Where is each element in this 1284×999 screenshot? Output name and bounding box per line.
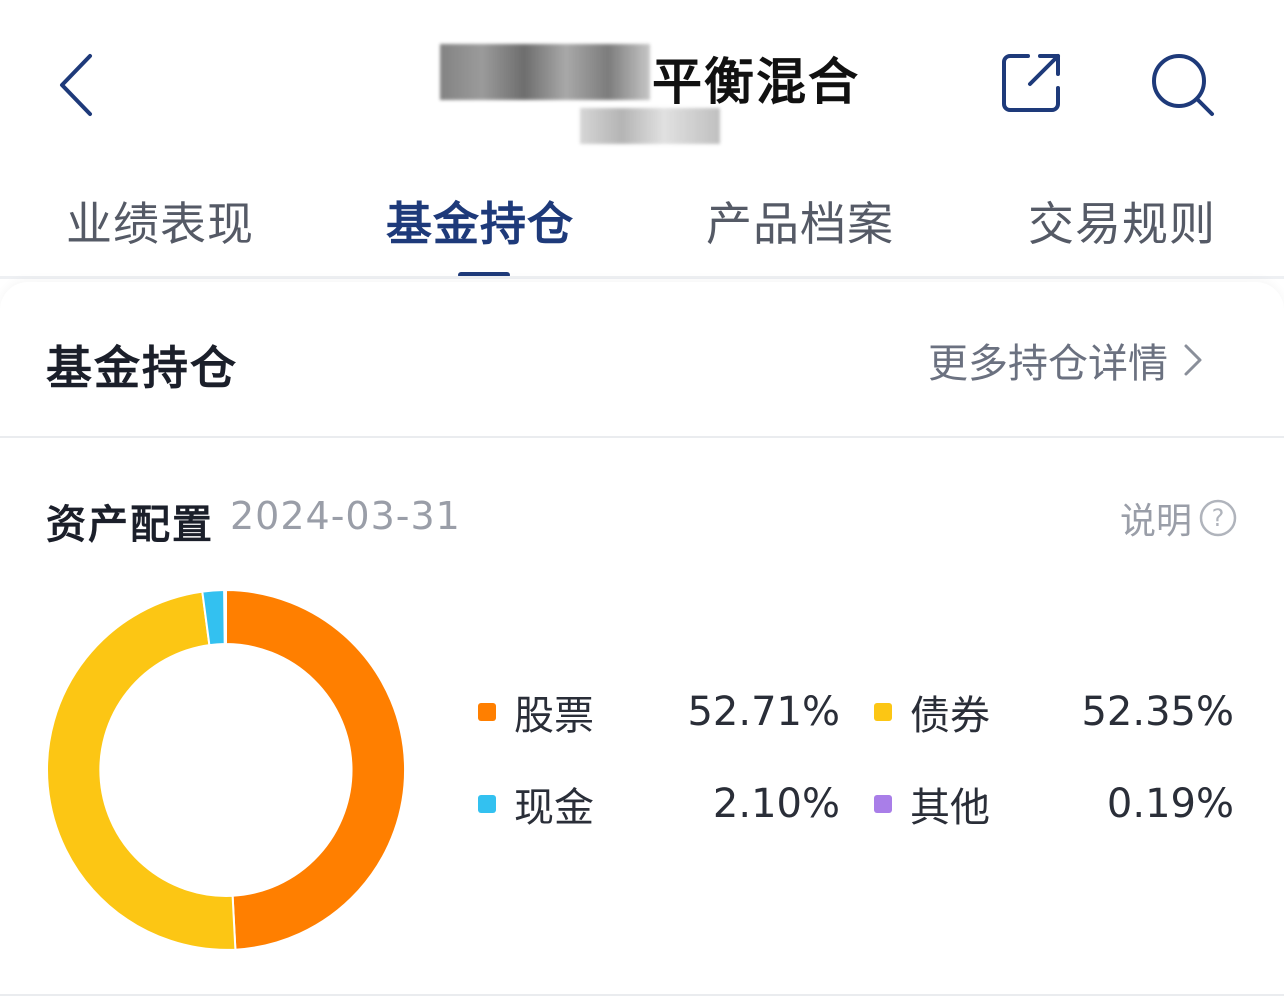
legend-label-other: 其他 xyxy=(910,785,990,831)
legend-dot-stocks xyxy=(478,703,496,721)
chevron-right-icon xyxy=(1184,344,1202,376)
section-divider xyxy=(0,436,1284,438)
legend-item-cash: 现金 xyxy=(478,776,594,832)
question-circle-icon: ? xyxy=(1199,499,1237,537)
legend-value-stocks: 52.71% xyxy=(687,689,840,735)
explain-label: 说明 xyxy=(1120,501,1193,542)
legend-item-stocks: 股票 xyxy=(478,684,594,740)
legend-label-stocks: 股票 xyxy=(514,693,594,739)
fund-title-text: 平衡混合 xyxy=(652,53,860,111)
tabs-divider xyxy=(0,276,1284,279)
legend-dot-bonds xyxy=(874,703,892,721)
tab-trading-rules[interactable]: 交易规则 xyxy=(1028,188,1216,254)
allocation-donut xyxy=(46,588,406,951)
legend-dot-cash xyxy=(478,795,496,813)
tab-bar: 业绩表现 基金持仓 产品档案 交易规则 xyxy=(0,180,1284,280)
legend-item-other: 其他 xyxy=(874,776,990,832)
more-holdings-link[interactable]: 更多持仓详情 xyxy=(928,332,1204,388)
donut-segment-stocks xyxy=(225,588,406,951)
legend-value-cash: 2.10% xyxy=(712,781,840,827)
tab-performance[interactable]: 业绩表现 xyxy=(66,188,254,254)
asset-allocation-title: 资产配置 xyxy=(46,502,214,548)
legend-dot-other xyxy=(874,795,892,813)
tab-product-profile[interactable]: 产品档案 xyxy=(706,188,894,254)
tab-holdings[interactable]: 基金持仓 xyxy=(386,188,574,254)
chevron-left-icon xyxy=(60,54,92,116)
holdings-card: 基金持仓 更多持仓详情 资产配置 2024-03-31 说明 ? 股票 52.7… xyxy=(0,282,1284,999)
fund-title: 平衡混合 xyxy=(420,36,860,166)
legend-item-bonds: 债券 xyxy=(874,684,990,740)
donut-segment-bonds xyxy=(46,590,237,951)
search-icon xyxy=(1152,54,1214,116)
back-button[interactable] xyxy=(52,50,108,120)
search-button[interactable] xyxy=(1150,52,1216,118)
legend-value-other: 0.19% xyxy=(1106,781,1234,827)
top-bar: 平衡混合 xyxy=(0,0,1284,160)
explain-button[interactable]: 说明 ? xyxy=(1120,492,1238,544)
share-icon xyxy=(1002,54,1060,112)
legend-label-bonds: 债券 xyxy=(910,693,990,739)
redacted-fund-name xyxy=(440,44,650,100)
more-holdings-label: 更多持仓详情 xyxy=(928,341,1168,387)
share-button[interactable] xyxy=(1000,50,1064,114)
svg-text:?: ? xyxy=(1212,504,1225,532)
bottom-divider xyxy=(0,994,1284,996)
allocation-date: 2024-03-31 xyxy=(230,494,461,538)
legend-label-cash: 现金 xyxy=(514,785,594,831)
legend-value-bonds: 52.35% xyxy=(1081,689,1234,735)
section-title: 基金持仓 xyxy=(46,341,238,395)
